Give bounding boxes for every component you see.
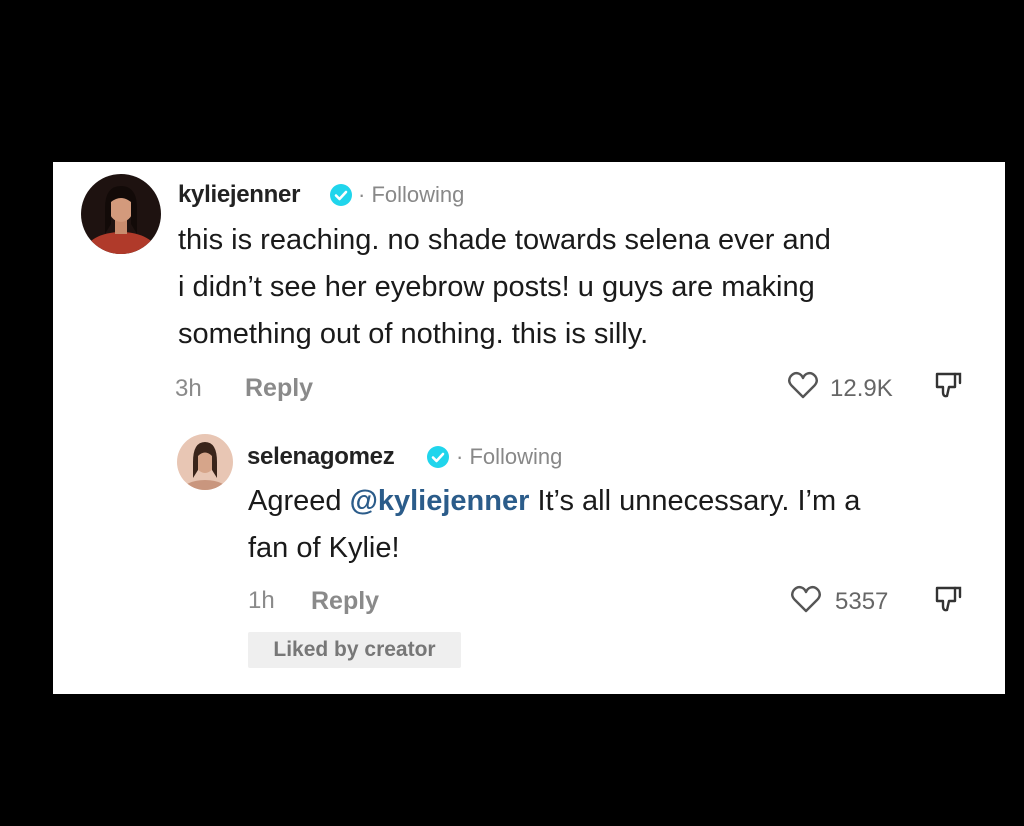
avatar-kyliejenner[interactable] — [81, 174, 161, 254]
reply-button[interactable]: Reply — [311, 587, 379, 616]
heart-icon[interactable] — [787, 370, 819, 400]
liked-by-creator-badge: Liked by creator — [248, 632, 461, 668]
username-selenagomez[interactable]: selenagomez — [247, 443, 395, 471]
following-label: · Following — [358, 182, 465, 207]
comment-line: Agreed @kyliejenner It’s all unnecessary… — [248, 478, 860, 525]
comment-line: something out of nothing. this is silly. — [178, 318, 649, 350]
verified-badge-icon — [427, 446, 449, 468]
heart-icon[interactable] — [790, 584, 822, 614]
mention-link[interactable]: @kyliejenner — [350, 485, 530, 517]
dislike-icon[interactable] — [933, 584, 963, 614]
like-count: 5357 — [835, 588, 889, 615]
comment-suffix: It’s all unnecessary. I’m a — [529, 485, 861, 517]
dislike-icon[interactable] — [933, 370, 963, 400]
comment-thread-card: kyliejenner · Following this is reaching… — [53, 162, 1005, 694]
like-count: 12.9K — [830, 375, 893, 402]
comment-line: fan of Kylie! — [248, 532, 400, 564]
comment-prefix: Agreed — [248, 485, 350, 517]
comment-line: i didn’t see her eyebrow posts! u guys a… — [178, 271, 815, 303]
comment-text: this is reaching. no shade towards selen… — [178, 217, 831, 358]
comment-time: 1h — [248, 587, 275, 614]
username-kyliejenner[interactable]: kyliejenner — [178, 181, 300, 209]
avatar-selenagomez[interactable] — [177, 434, 233, 490]
comment-text: Agreed @kyliejenner It’s all unnecessary… — [248, 478, 860, 572]
following-label: · Following — [456, 444, 563, 469]
reply-button[interactable]: Reply — [245, 374, 313, 403]
comment-time: 3h — [175, 375, 202, 402]
verified-badge-icon — [330, 184, 352, 206]
comment-line: this is reaching. no shade towards selen… — [178, 224, 831, 256]
